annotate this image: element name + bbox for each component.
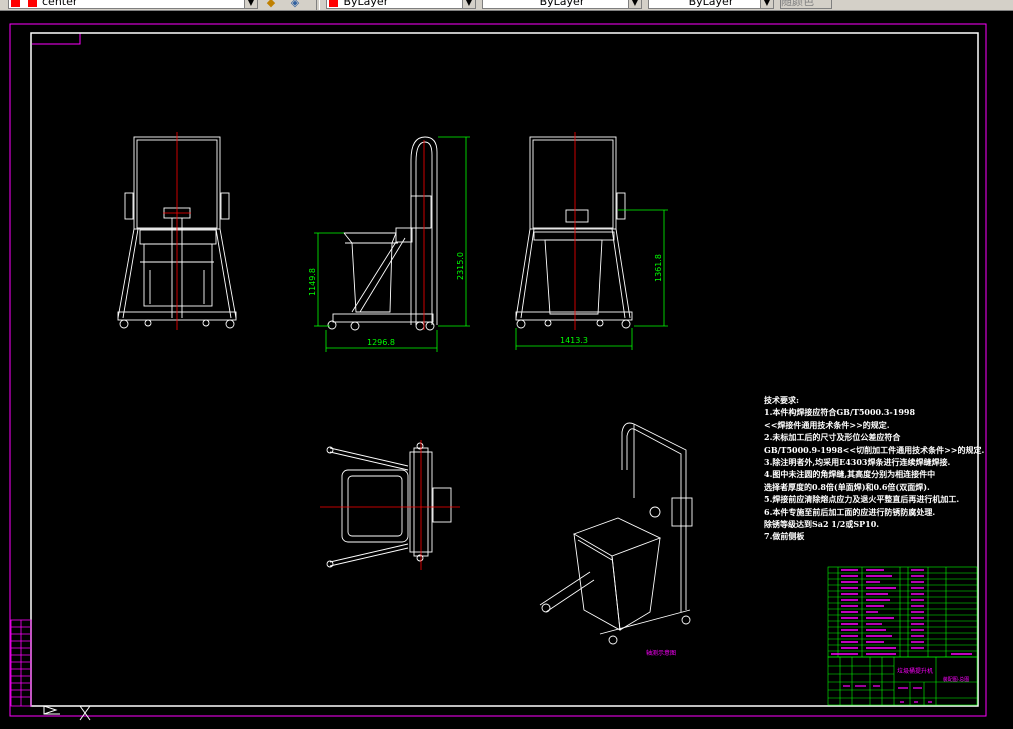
drawing-frame — [30, 32, 979, 707]
technical-notes: 技术要求: 1.本件构焊接应符合GB/T5000.3-1998 <<焊接件通用技… — [764, 394, 994, 543]
drawing-canvas[interactable]: 轴测示意图 2315.0 1149.8 1296.8 1413.3 1361.8 — [0, 11, 1013, 729]
parts-list-entries — [831, 569, 972, 655]
chevron-down-icon[interactable]: ▼ — [244, 0, 257, 8]
tech-note-line: 3.除注明者外,均采用E4303焊条进行连续焊缝焊接. — [764, 456, 951, 467]
dim-width-side: 1296.8 — [367, 338, 395, 347]
chevron-down-icon[interactable]: ▼ — [462, 0, 475, 8]
dim-height-back: 1361.8 — [654, 254, 663, 282]
make-object-layer-current-icon[interactable]: ◆ — [264, 0, 278, 9]
chevron-down-icon[interactable]: ▼ — [760, 0, 773, 8]
plotstyle-control-dropdown[interactable]: 随颜色 — [780, 0, 832, 9]
chevron-down-icon[interactable]: ▼ — [628, 0, 641, 8]
tech-note-line: 7.做前侧板 — [764, 531, 805, 542]
tech-note-line: 1.本件构焊接应符合GB/T5000.3-1998 — [764, 407, 916, 418]
layer-previous-icon[interactable]: ◈ — [288, 0, 302, 9]
tech-note-line: 4.图中未注圆的角焊缝,其高度分别为相连接件中 — [764, 469, 936, 480]
tech-note-line: 除锈等级达到Sa2 1/2或SP10. — [764, 518, 880, 529]
title-block-title: 垃圾桶提升机 — [897, 667, 933, 675]
tech-note-line: 选择者厚度的0.8倍(单面焊)和0.6倍(双面焊). — [764, 481, 930, 492]
title-block-entries — [843, 685, 932, 703]
layer-lock-swatch-icon — [27, 0, 37, 7]
tech-note-line: 6.本件专施至前后加工面的应进行防锈防腐处理. — [764, 506, 936, 517]
top-view — [326, 442, 452, 568]
title-block-number: 装配图·总图 — [943, 676, 970, 683]
toolbar-separator — [316, 0, 320, 10]
tech-note-line: <<焊接件通用技术条件>>的规定. — [764, 419, 890, 430]
tech-note-line: 5.焊接前应清除熔点应力及退火平整直后再进行机加工. — [764, 494, 960, 505]
dim-height-total: 2315.0 — [456, 252, 465, 280]
tech-note-line: GB/T5000.9-1998<<切削加工件通用技术条件>>的规定. — [764, 444, 985, 455]
back-view — [515, 136, 633, 329]
iso-caption: 轴测示意图 — [646, 649, 676, 657]
isometric-view — [539, 422, 693, 645]
linetype-control-value: ByLayer — [539, 0, 585, 8]
color-control-value: ByLayer — [343, 0, 389, 8]
plotstyle-control-value: 随颜色 — [781, 0, 814, 8]
ucs-icon — [43, 705, 91, 721]
dim-height-bin: 1149.8 — [308, 268, 317, 296]
sheet-boundary — [9, 23, 987, 717]
tech-note-line: 2.未标加工后的尺寸及形位公差应符合 — [764, 432, 901, 443]
layer-name: center — [42, 0, 78, 8]
side-view — [327, 136, 438, 331]
color-control-dropdown[interactable]: ByLayer ▼ — [326, 0, 476, 9]
lineweight-control-value: ByLayer — [688, 0, 734, 8]
left-margin-strip — [10, 619, 32, 707]
layer-color-swatch-icon — [11, 0, 20, 7]
color-swatch-icon — [329, 0, 338, 7]
layer-control-dropdown[interactable]: center ▼ — [8, 0, 258, 9]
linetype-control-dropdown[interactable]: ByLayer ▼ — [482, 0, 642, 9]
tech-notes-title: 技术要求: — [764, 395, 799, 405]
properties-toolbar: center ▼ ◆ ◈ ByLayer ▼ ByLayer ▼ ByLayer… — [0, 0, 1013, 11]
lineweight-control-dropdown[interactable]: ByLayer ▼ — [648, 0, 774, 9]
dim-width-back: 1413.3 — [560, 336, 588, 345]
